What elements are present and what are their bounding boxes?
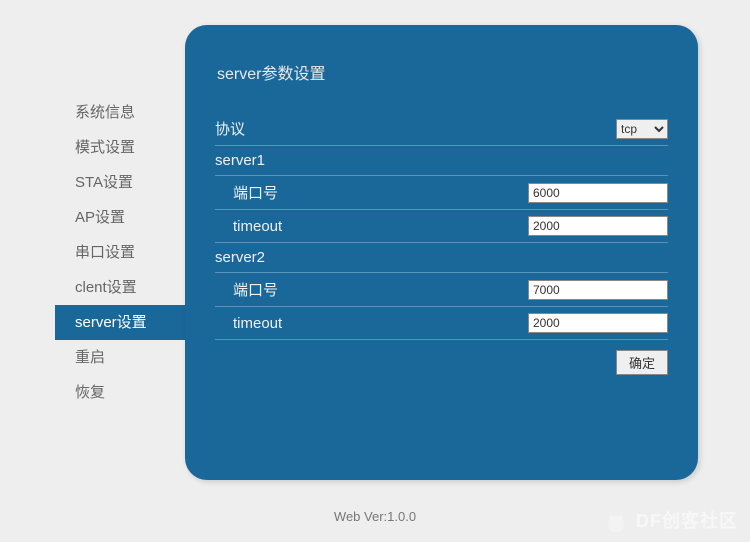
server1-heading: server1 xyxy=(215,152,668,169)
server1-timeout-label: timeout xyxy=(215,218,528,235)
sidebar-item-sta-settings[interactable]: STA设置 xyxy=(55,165,185,200)
protocol-select[interactable]: tcp xyxy=(616,119,668,139)
sidebar-item-reboot[interactable]: 重启 xyxy=(55,340,185,375)
server2-port-input[interactable] xyxy=(528,280,668,300)
sidebar-item-serial-settings[interactable]: 串口设置 xyxy=(55,235,185,270)
sidebar-item-restore[interactable]: 恢复 xyxy=(55,375,185,410)
server1-heading-row: server1 xyxy=(215,146,668,176)
sidebar-item-client-settings[interactable]: clent设置 xyxy=(55,270,185,305)
server2-timeout-label: timeout xyxy=(215,315,528,332)
server2-port-label: 端口号 xyxy=(215,279,528,300)
submit-button[interactable]: 确定 xyxy=(616,350,668,375)
sidebar-item-server-settings[interactable]: server设置 xyxy=(55,305,185,340)
server1-port-row: 端口号 xyxy=(215,176,668,210)
server2-port-row: 端口号 xyxy=(215,273,668,307)
protocol-row: 协议 tcp xyxy=(215,112,668,146)
server1-timeout-input[interactable] xyxy=(528,216,668,236)
server1-port-label: 端口号 xyxy=(215,182,528,203)
settings-panel: server参数设置 协议 tcp server1 端口号 timeout se… xyxy=(185,25,698,480)
server2-timeout-input[interactable] xyxy=(528,313,668,333)
sidebar-item-ap-settings[interactable]: AP设置 xyxy=(55,200,185,235)
sidebar-item-mode-settings[interactable]: 模式设置 xyxy=(55,130,185,165)
submit-row: 确定 xyxy=(215,340,668,375)
watermark-text: DF创客社区 xyxy=(636,511,738,531)
sidebar-item-system-info[interactable]: 系统信息 xyxy=(55,95,185,130)
watermark: DF创客社区 xyxy=(602,507,738,536)
server2-timeout-row: timeout xyxy=(215,307,668,340)
server2-heading: server2 xyxy=(215,249,668,266)
watermark-icon xyxy=(602,508,630,536)
panel-title: server参数设置 xyxy=(215,60,668,84)
server1-port-input[interactable] xyxy=(528,183,668,203)
server2-heading-row: server2 xyxy=(215,243,668,273)
sidebar: 系统信息 模式设置 STA设置 AP设置 串口设置 clent设置 server… xyxy=(55,25,185,480)
server1-timeout-row: timeout xyxy=(215,210,668,243)
protocol-label: 协议 xyxy=(215,118,616,139)
